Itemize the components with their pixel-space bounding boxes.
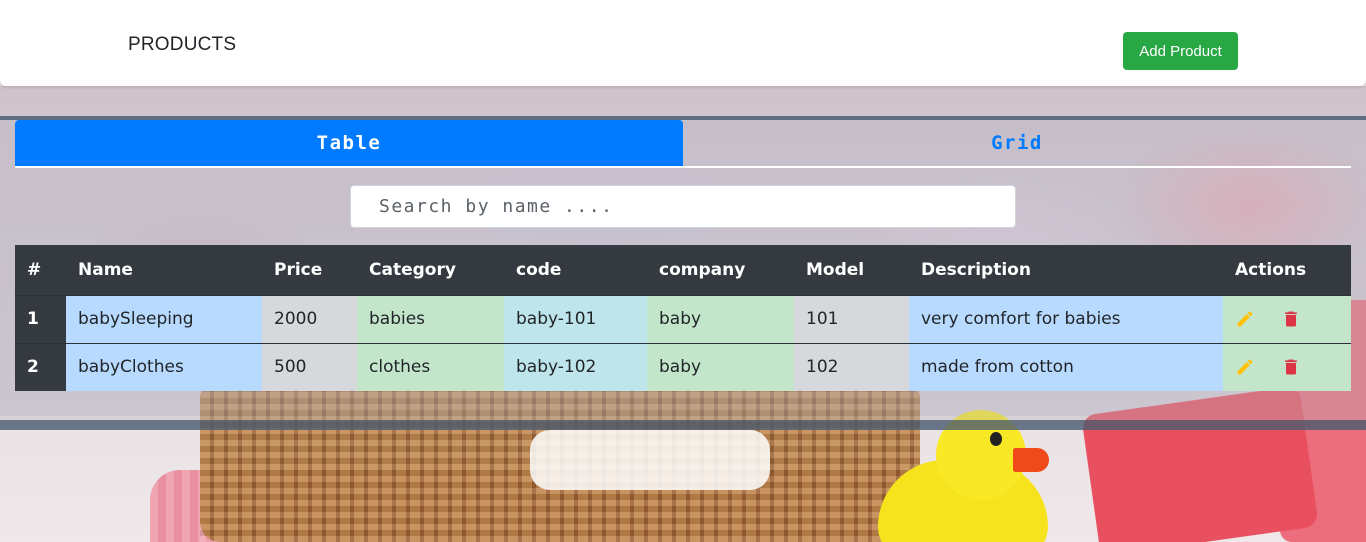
- table-header-row: # Name Price Category code company Model…: [15, 245, 1351, 295]
- cell-model: 102: [794, 342, 909, 391]
- cell-description: very comfort for babies: [909, 294, 1223, 343]
- table-row: 2 babyClothes 500 clothes baby-102 baby …: [15, 342, 1351, 391]
- cell-code: baby-101: [504, 294, 647, 343]
- col-header-company: company: [647, 245, 794, 295]
- cell-price: 500: [262, 342, 357, 391]
- cell-model: 101: [794, 294, 909, 343]
- cell-company: baby: [647, 294, 794, 343]
- cell-index: 2: [15, 342, 66, 391]
- col-header-index: #: [15, 245, 66, 295]
- tab-table[interactable]: Table: [15, 120, 683, 166]
- view-tabs: Table Grid: [15, 120, 1351, 168]
- cell-name: babySleeping: [66, 294, 262, 343]
- col-header-price: Price: [262, 245, 357, 295]
- col-header-actions: Actions: [1223, 245, 1351, 295]
- navbar: PRODUCTS Add Product: [0, 0, 1366, 86]
- cell-actions: [1223, 342, 1351, 391]
- cell-category: babies: [357, 294, 504, 343]
- products-table: # Name Price Category code company Model…: [15, 245, 1351, 391]
- cell-price: 2000: [262, 294, 357, 343]
- pencil-icon[interactable]: [1235, 357, 1255, 377]
- col-header-description: Description: [909, 245, 1223, 295]
- brand-title[interactable]: PRODUCTS: [128, 34, 236, 56]
- cell-category: clothes: [357, 342, 504, 391]
- table-row: 1 babySleeping 2000 babies baby-101 baby…: [15, 294, 1351, 343]
- tab-grid[interactable]: Grid: [683, 120, 1351, 166]
- search-input[interactable]: [350, 185, 1016, 228]
- cell-description: made from cotton: [909, 342, 1223, 391]
- col-header-model: Model: [794, 245, 909, 295]
- trash-icon[interactable]: [1281, 309, 1301, 329]
- col-header-name: Name: [66, 245, 262, 295]
- cell-index: 1: [15, 294, 66, 343]
- add-product-button[interactable]: Add Product: [1123, 32, 1238, 70]
- pencil-icon[interactable]: [1235, 309, 1255, 329]
- cell-code: baby-102: [504, 342, 647, 391]
- trash-icon[interactable]: [1281, 357, 1301, 377]
- cell-name: babyClothes: [66, 342, 262, 391]
- col-header-code: code: [504, 245, 647, 295]
- cell-company: baby: [647, 342, 794, 391]
- cell-actions: [1223, 294, 1351, 343]
- col-header-category: Category: [357, 245, 504, 295]
